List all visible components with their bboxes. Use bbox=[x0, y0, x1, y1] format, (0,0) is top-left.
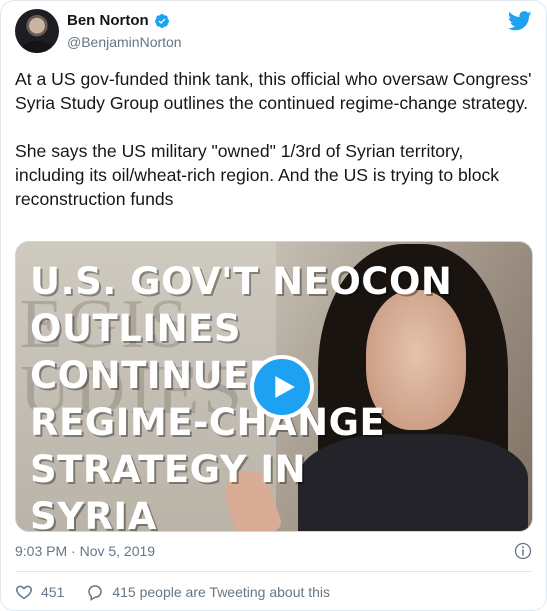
tweet-text: At a US gov-funded think tank, this offi… bbox=[15, 69, 532, 209]
tweet-card: Ben Norton @BenjaminNorton At a US gov-f… bbox=[0, 0, 547, 611]
author-name[interactable]: Ben Norton bbox=[67, 12, 149, 29]
avatar[interactable] bbox=[15, 9, 59, 53]
speech-bubble-icon bbox=[88, 585, 103, 601]
tweet-timestamp[interactable]: 9:03 PM · Nov 5, 2019 bbox=[15, 543, 155, 559]
divider bbox=[15, 571, 532, 572]
like-count: 451 bbox=[41, 584, 65, 600]
heart-icon bbox=[16, 585, 32, 600]
play-icon bbox=[275, 376, 295, 398]
info-icon[interactable] bbox=[514, 542, 532, 560]
tweeting-count-text: 415 people are Tweeting about this bbox=[112, 584, 331, 600]
play-button[interactable] bbox=[250, 355, 314, 419]
author-name-row: Ben Norton bbox=[67, 12, 170, 29]
avatar-shirt bbox=[21, 41, 53, 53]
twitter-bird-icon[interactable] bbox=[508, 11, 532, 31]
tweet-actions: 451 415 people are Tweeting about this bbox=[15, 583, 352, 601]
author-handle[interactable]: @BenjaminNorton bbox=[67, 34, 182, 50]
tweeting-action[interactable]: 415 people are Tweeting about this bbox=[86, 583, 330, 601]
video-caption: U.S. GOV'T NEOCON OUTLINES CONTINUED REG… bbox=[30, 260, 453, 532]
video-thumbnail[interactable]: EGIS UDIES U.S. GOV'T NEOCON OUTLINES CO… bbox=[15, 241, 533, 532]
like-action[interactable]: 451 bbox=[15, 583, 64, 601]
verified-badge-icon bbox=[154, 13, 169, 28]
